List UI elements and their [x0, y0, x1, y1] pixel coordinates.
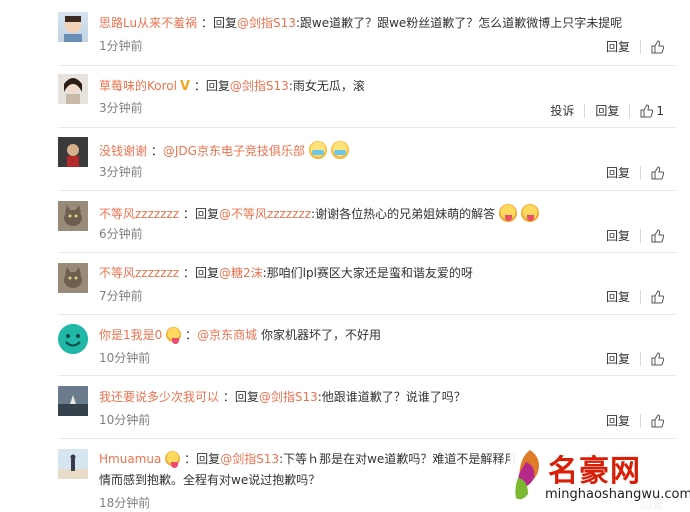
comment-text: 思路Lu从来不羞祸 ：回复@剑指S13:跟we道歉了？跟we粉丝道歉了？怎么道歉… [99, 16, 623, 30]
mention-link[interactable]: @剑指S13 [259, 390, 318, 404]
divider [58, 438, 676, 439]
tongue-emoji-icon [521, 204, 540, 222]
tongue-emoji-icon [499, 204, 518, 222]
crying-emoji-icon [308, 141, 327, 159]
emoji-icon [165, 451, 181, 468]
username[interactable]: 不等风zzzzzzz [99, 266, 179, 280]
like-button[interactable]: 1 [640, 103, 664, 119]
report-button[interactable]: 投诉 [550, 103, 574, 119]
mention-link[interactable]: @剑指S13 [230, 79, 289, 93]
comment-text: 没钱谢谢 ：@JDG京东电子竞技俱乐部 [99, 141, 349, 159]
watermark-logo-icon [515, 450, 539, 500]
verified-badge-icon: V [179, 79, 191, 94]
crying-emoji-icon [330, 141, 349, 159]
reply-button[interactable]: 回复 [606, 351, 630, 367]
like-button[interactable] [651, 352, 664, 366]
comment-text: 草莓味的Korol V ：回复@剑指S13:雨女无瓜，滚 [99, 79, 365, 94]
mention-link[interactable]: @糖2沫 [219, 266, 263, 280]
comment-text: 不等风zzzzzzz ：回复@糖2沫:那咱们lpl赛区大家还是蛮和谐友爱的呀 [99, 266, 473, 280]
username[interactable]: 思路Lu从来不羞祸 [99, 16, 197, 30]
reply-button[interactable]: 回复 [606, 413, 630, 429]
divider [58, 127, 676, 128]
watermark-url: minghaoshangwu.com [545, 487, 690, 502]
avatar[interactable] [58, 12, 88, 42]
comment-text: Hmuamua ：回复@剑指S13:下等ｈ那是在对we道歉吗？难道不是解释用 [99, 451, 517, 468]
avatar[interactable] [58, 324, 88, 354]
comment-actions: 回复 [606, 289, 664, 305]
divider [58, 190, 676, 191]
like-button[interactable] [651, 229, 664, 243]
username[interactable]: 草莓味的Korol [99, 79, 177, 93]
watermark-title: 名豪网 [548, 454, 641, 489]
reply-button[interactable]: 回复 [606, 289, 630, 305]
mention-link[interactable]: @剑指S13 [237, 16, 296, 30]
timestamp: 3分钟前 [99, 165, 143, 179]
reply-button[interactable]: 回复 [595, 103, 619, 119]
thumbs-up-icon [651, 229, 664, 243]
reply-button[interactable]: 回复 [606, 39, 630, 55]
username[interactable]: Hmuamua [99, 452, 161, 466]
comment-text: 我还要说多少次我可以 ：回复@剑指S13:他跟谁道歉了？说谁了吗？ [99, 390, 466, 404]
comment-actions: 投诉 回复 1 [550, 103, 664, 119]
comment-actions: 回复 [606, 165, 664, 181]
avatar[interactable] [58, 201, 88, 231]
mention-link[interactable]: @JDG京东电子竞技俱乐部 [163, 144, 305, 158]
divider [58, 314, 676, 315]
timestamp: 18分钟前 [99, 496, 151, 510]
timestamp: 10分钟前 [99, 351, 151, 365]
emoji-icon [166, 327, 182, 344]
thumbs-up-icon [651, 414, 664, 428]
thumbs-up-icon [640, 104, 654, 118]
comment-text-continued: 情而感到抱歉。全程有对we说过抱歉吗？ [99, 473, 321, 487]
comment-actions: 回复 [606, 228, 664, 244]
like-button[interactable] [651, 414, 664, 428]
username[interactable]: 我还要说多少次我可以 [99, 390, 219, 404]
avatar[interactable] [58, 74, 88, 104]
mention-link[interactable]: @京东商城 [197, 328, 257, 342]
divider [58, 375, 676, 376]
reply-button[interactable]: 回复 [606, 165, 630, 181]
thumbs-up-icon [651, 290, 664, 304]
divider [58, 252, 676, 253]
username[interactable]: 不等风zzzzzzz [99, 207, 179, 221]
thumbs-up-icon [651, 352, 664, 366]
thumbs-up-icon [651, 40, 664, 54]
timestamp: 1分钟前 [99, 39, 143, 53]
like-button[interactable] [651, 290, 664, 304]
avatar[interactable] [58, 386, 88, 416]
avatar[interactable] [58, 263, 88, 293]
timestamp: 3分钟前 [99, 101, 143, 115]
mention-link[interactable]: @剑指S13 [220, 452, 279, 466]
reply-button[interactable]: 回复 [606, 228, 630, 244]
avatar[interactable] [58, 137, 88, 167]
thumbs-up-icon [651, 166, 664, 180]
comment-text: 你是1我是0 ：@京东商城 你家机器坏了，不好用 [99, 327, 381, 344]
like-button[interactable] [651, 166, 664, 180]
comment-text: 不等风zzzzzzz ：回复@不等风zzzzzzz:谢谢各位热心的兄弟姐妹萌的解… [99, 204, 540, 222]
comment-actions: 回复 [606, 413, 664, 429]
mention-link[interactable]: @不等风zzzzzzz [219, 207, 311, 221]
like-count: 1 [656, 104, 664, 118]
comment-actions: 回复 [606, 351, 664, 367]
username[interactable]: 没钱谢谢 [99, 144, 147, 158]
timestamp: 6分钟前 [99, 227, 143, 241]
divider [58, 65, 676, 66]
comment-actions: 回复 [606, 39, 664, 55]
timestamp: 10分钟前 [99, 413, 151, 427]
like-button[interactable] [651, 40, 664, 54]
username[interactable]: 你是1我是0 [99, 328, 162, 342]
timestamp: 7分钟前 [99, 289, 143, 303]
avatar[interactable] [58, 449, 88, 479]
